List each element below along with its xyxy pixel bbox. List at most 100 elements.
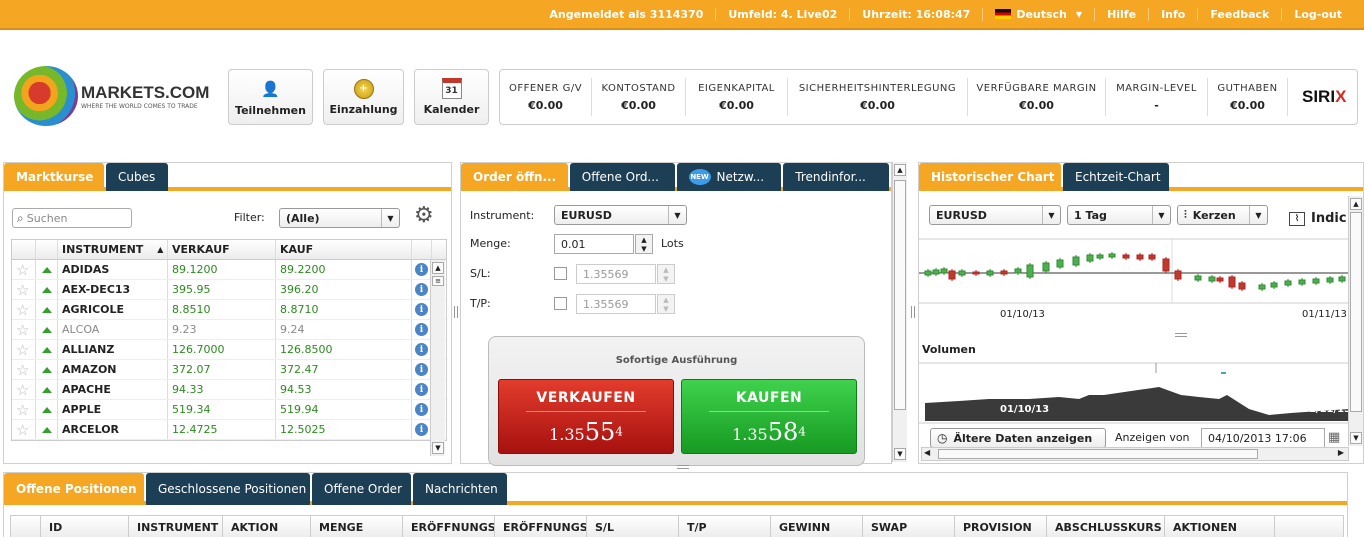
favorite-star-icon[interactable]: ☆ xyxy=(12,280,36,299)
scroll-right-icon[interactable]: ▶ xyxy=(1338,448,1344,457)
buy-price[interactable]: 519.94 xyxy=(276,400,412,419)
table-row[interactable]: ☆ AMAZON 372.07 372.47 i xyxy=(12,360,446,380)
scroll-down-icon[interactable]: ▼ xyxy=(894,448,906,460)
sell-price[interactable]: 126.7000 xyxy=(168,340,276,359)
stop-loss-stepper[interactable]: ▲ ▼ xyxy=(657,264,675,284)
join-button[interactable]: 👤 Teilnehmen xyxy=(228,69,313,125)
favorite-star-icon[interactable]: ☆ xyxy=(12,420,36,439)
favorite-star-icon[interactable]: ☆ xyxy=(12,340,36,359)
sell-price[interactable]: 395.95 xyxy=(168,280,276,299)
buy-price[interactable]: 9.24 xyxy=(276,320,412,339)
positions-column[interactable]: AKTION xyxy=(223,516,311,537)
positions-column[interactable]: ERÖFFNUNGSZ xyxy=(495,516,587,537)
scroll-down-icon[interactable]: ▼ xyxy=(432,442,444,454)
scroll-down-icon[interactable]: ▼ xyxy=(1350,432,1362,444)
scroll-up-icon[interactable]: ▲ xyxy=(894,164,906,176)
market-scrollbar[interactable]: ▲ ≡ ▼ xyxy=(430,260,445,456)
search-input[interactable]: ⌕ Suchen xyxy=(12,208,132,228)
column-instrument[interactable]: INSTRUMENT ▲ xyxy=(58,240,168,259)
sell-price[interactable]: 8.8510 xyxy=(168,300,276,319)
scroll-thumb[interactable]: ≡ xyxy=(432,276,444,286)
bottom-resize-handle[interactable] xyxy=(677,465,689,469)
amount-stepper[interactable]: ▲ ▼ xyxy=(635,234,653,254)
sell-price[interactable]: 89.1200 xyxy=(168,260,276,279)
favorite-star-icon[interactable]: ☆ xyxy=(12,400,36,419)
scroll-thumb[interactable] xyxy=(938,449,1258,459)
info-icon[interactable]: i xyxy=(412,320,432,339)
order-scrollbar[interactable]: ▲ ▼ xyxy=(892,162,907,462)
take-profit-input[interactable]: 1.35569 xyxy=(576,294,656,314)
chart-hscrollbar[interactable]: ◀ ▶ xyxy=(921,447,1349,461)
take-profit-checkbox[interactable] xyxy=(554,297,567,310)
scroll-left-icon[interactable]: ◀ xyxy=(924,448,930,457)
tab-network[interactable]: NEW Netzw... xyxy=(676,163,782,191)
resize-handle[interactable] xyxy=(911,306,915,318)
info-icon[interactable]: i xyxy=(412,420,432,439)
tab-cubes[interactable]: Cubes xyxy=(106,163,168,191)
deposit-button[interactable]: + Einzahlung xyxy=(323,69,404,125)
column-sell[interactable]: VERKAUF xyxy=(168,240,276,259)
positions-column[interactable]: AKTIONEN xyxy=(1165,516,1275,537)
sell-button[interactable]: VERKAUFEN 1.35554 xyxy=(498,379,674,454)
language-selector[interactable]: Deutsch ▼ xyxy=(982,7,1094,21)
tab-market-rates[interactable]: Marktkurse xyxy=(4,163,104,191)
scroll-up-icon[interactable]: ▲ xyxy=(1350,198,1362,210)
buy-price[interactable]: 372.47 xyxy=(276,360,412,379)
chart-scrollbar[interactable]: ▲ ▼ xyxy=(1348,196,1363,446)
info-link[interactable]: Info xyxy=(1148,7,1197,21)
chart-canvas[interactable] xyxy=(919,163,1364,464)
amount-input[interactable]: 0.01 xyxy=(554,234,634,254)
buy-price[interactable]: 396.20 xyxy=(276,280,412,299)
positions-column[interactable]: INSTRUMENT xyxy=(129,516,223,537)
table-row[interactable]: ☆ AGRICOLE 8.8510 8.8710 i xyxy=(12,300,446,320)
sell-price[interactable]: 94.33 xyxy=(168,380,276,399)
scroll-thumb[interactable] xyxy=(1350,212,1362,412)
info-icon[interactable]: i xyxy=(412,360,432,379)
instrument-select[interactable]: EURUSD ▼ xyxy=(554,205,687,225)
logout-link[interactable]: Log-out xyxy=(1281,7,1354,21)
sell-price[interactable]: 9.23 xyxy=(168,320,276,339)
table-row[interactable]: ☆ ARCELOR 12.4725 12.5025 i xyxy=(12,420,446,440)
table-row[interactable]: ☆ APPLE 519.34 519.94 i xyxy=(12,400,446,420)
positions-column[interactable]: GEWINN xyxy=(771,516,863,537)
table-row[interactable]: ☆ AEX-DEC13 395.95 396.20 i xyxy=(12,280,446,300)
positions-column[interactable]: ERÖFFNUNGSK xyxy=(403,516,495,537)
buy-price[interactable]: 12.5025 xyxy=(276,420,412,439)
info-icon[interactable]: i xyxy=(412,400,432,419)
positions-column[interactable]: SWAP xyxy=(863,516,955,537)
sell-price[interactable]: 372.07 xyxy=(168,360,276,379)
positions-column[interactable]: ABSCHLUSSKURS xyxy=(1047,516,1165,537)
positions-column[interactable]: S/L xyxy=(587,516,679,537)
info-icon[interactable]: i xyxy=(412,380,432,399)
tab-closed-positions[interactable]: Geschlossene Positionen xyxy=(146,473,310,505)
filter-select[interactable]: (Alle) ▼ xyxy=(279,208,400,228)
table-row[interactable]: ☆ ADIDAS 89.1200 89.2200 i xyxy=(12,260,446,280)
info-icon[interactable]: i xyxy=(412,300,432,319)
table-row[interactable]: ☆ ALCOA 9.23 9.24 i xyxy=(12,320,446,340)
calendar-button[interactable]: 31 Kalender xyxy=(414,69,489,125)
tab-trend-info[interactable]: Trendinfor... xyxy=(783,163,889,191)
table-row[interactable]: ☆ APACHE 94.33 94.53 i xyxy=(12,380,446,400)
tab-open-order[interactable]: Order öffn... xyxy=(461,163,568,191)
favorite-star-icon[interactable]: ☆ xyxy=(12,260,36,279)
buy-price[interactable]: 94.53 xyxy=(276,380,412,399)
positions-column[interactable]: MENGE xyxy=(311,516,403,537)
buy-button[interactable]: KAUFEN 1.35584 xyxy=(681,379,857,454)
calendar-icon[interactable]: ▦ xyxy=(1328,430,1340,445)
info-icon[interactable]: i xyxy=(412,340,432,359)
help-link[interactable]: Hilfe xyxy=(1094,7,1148,21)
info-icon[interactable]: i xyxy=(412,280,432,299)
positions-column[interactable]: PROVISION xyxy=(955,516,1047,537)
info-icon[interactable]: i xyxy=(412,260,432,279)
sell-price[interactable]: 519.34 xyxy=(168,400,276,419)
stop-loss-checkbox[interactable] xyxy=(554,267,567,280)
chart-resize-handle[interactable] xyxy=(1175,333,1187,337)
favorite-star-icon[interactable]: ☆ xyxy=(12,360,36,379)
tab-pending-orders-bottom[interactable]: Offene Order xyxy=(312,473,411,505)
tab-open-positions[interactable]: Offene Positionen xyxy=(4,473,144,505)
stop-loss-input[interactable]: 1.35569 xyxy=(576,264,656,284)
positions-column[interactable]: ID xyxy=(41,516,129,537)
favorite-star-icon[interactable]: ☆ xyxy=(12,300,36,319)
take-profit-stepper[interactable]: ▲ ▼ xyxy=(657,294,675,314)
tab-news[interactable]: Nachrichten xyxy=(413,473,507,505)
